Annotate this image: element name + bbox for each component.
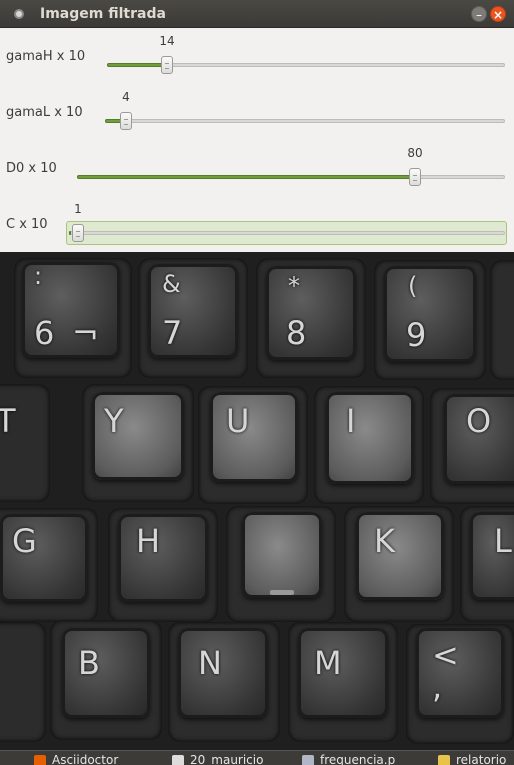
slider-trough[interactable] bbox=[105, 119, 505, 123]
title-bar[interactable]: Imagem filtrada – × bbox=[0, 0, 514, 28]
key-cap bbox=[490, 260, 514, 380]
text-editor-icon bbox=[302, 755, 314, 765]
key-cap bbox=[326, 392, 414, 484]
taskbar-item[interactable]: relatorio bbox=[434, 752, 514, 765]
key-label: L bbox=[494, 522, 512, 560]
key-label: 7 bbox=[162, 314, 183, 352]
key-cap bbox=[118, 514, 208, 602]
taskbar-item-label: frequencia.p bbox=[320, 753, 396, 765]
slider-row-d0: D0 x 10 80 bbox=[0, 140, 514, 196]
home-row-bump bbox=[270, 590, 294, 595]
slider-value: 1 bbox=[74, 202, 82, 216]
key-label: , bbox=[432, 668, 443, 706]
slider-fill bbox=[107, 63, 167, 67]
key-label: * bbox=[288, 272, 300, 300]
taskbar-item[interactable]: Asciidoctor bbox=[30, 752, 162, 765]
key-label: ( bbox=[408, 272, 418, 300]
controls-panel: gamaH x 10 14 gamaL x 10 4 D0 x 10 80 C … bbox=[0, 28, 514, 252]
key-label: & bbox=[162, 270, 181, 298]
slider-handle[interactable] bbox=[120, 112, 132, 130]
slider-row-gamah: gamaH x 10 14 bbox=[0, 28, 514, 84]
key-cap bbox=[178, 628, 268, 718]
minimize-button[interactable]: – bbox=[471, 6, 487, 22]
key-cap bbox=[62, 628, 150, 718]
filtered-image-window: Imagem filtrada – × gamaH x 10 14 gamaL … bbox=[0, 0, 514, 765]
slider-label: C x 10 bbox=[6, 217, 48, 232]
key-cap bbox=[384, 266, 476, 362]
firefox-icon bbox=[34, 755, 46, 765]
key-label: ¬ bbox=[72, 314, 99, 352]
taskbar-item-label: 20_mauricio bbox=[190, 753, 264, 765]
window-title: Imagem filtrada bbox=[40, 6, 166, 22]
slider-label: gamaL x 10 bbox=[6, 105, 83, 120]
key-label: U bbox=[226, 402, 250, 440]
key-label: G bbox=[12, 522, 37, 560]
key-label: K bbox=[374, 522, 395, 560]
document-icon bbox=[172, 755, 184, 765]
filtered-keyboard-image: : 6 ¬ & 7 * 8 ( 9 T Y U I O G H K L B N … bbox=[0, 252, 514, 750]
slider-handle[interactable] bbox=[409, 168, 421, 186]
slider-value: 14 bbox=[159, 34, 175, 48]
key-label: I bbox=[346, 402, 356, 440]
slider-label: D0 x 10 bbox=[6, 161, 57, 176]
key-label: O bbox=[466, 402, 492, 440]
key-label: N bbox=[198, 644, 222, 682]
close-button[interactable]: × bbox=[490, 6, 506, 22]
key-label: : bbox=[34, 262, 43, 290]
key-label: 6 bbox=[34, 314, 55, 352]
slider-value: 80 bbox=[407, 146, 423, 160]
writer-icon bbox=[438, 755, 450, 765]
slider-fill bbox=[77, 175, 420, 179]
key-cap bbox=[242, 512, 322, 598]
key-label: Y bbox=[104, 402, 124, 440]
key-label: B bbox=[78, 644, 100, 682]
slider-label: gamaH x 10 bbox=[6, 49, 86, 64]
slider-handle[interactable] bbox=[161, 56, 173, 74]
key-cap bbox=[298, 628, 388, 718]
taskbar: Asciidoctor 20_mauricio frequencia.p rel… bbox=[0, 750, 514, 765]
slider-row-gamal: gamaL x 10 4 bbox=[0, 84, 514, 140]
taskbar-item[interactable]: frequencia.p bbox=[298, 752, 426, 765]
key-cap bbox=[210, 392, 298, 482]
key-cap bbox=[416, 628, 504, 718]
slider-row-c: C x 10 1 bbox=[0, 196, 514, 252]
key-cap bbox=[0, 622, 46, 742]
key-label: M bbox=[314, 644, 342, 682]
taskbar-item[interactable]: 20_mauricio bbox=[168, 752, 294, 765]
slider-trough[interactable] bbox=[77, 175, 505, 179]
slider-value: 4 bbox=[122, 90, 130, 104]
taskbar-item-label: relatorio bbox=[456, 753, 507, 765]
slider-handle[interactable] bbox=[72, 224, 84, 242]
key-label: T bbox=[0, 402, 16, 440]
key-label: 8 bbox=[286, 314, 307, 352]
key-label: 9 bbox=[406, 316, 427, 354]
taskbar-item-label: Asciidoctor bbox=[52, 753, 119, 765]
app-icon bbox=[14, 9, 24, 19]
slider-fill bbox=[69, 231, 71, 235]
key-cap bbox=[356, 512, 444, 600]
slider-trough[interactable] bbox=[69, 231, 505, 235]
key-cap bbox=[266, 266, 356, 360]
key-label: H bbox=[136, 522, 161, 560]
